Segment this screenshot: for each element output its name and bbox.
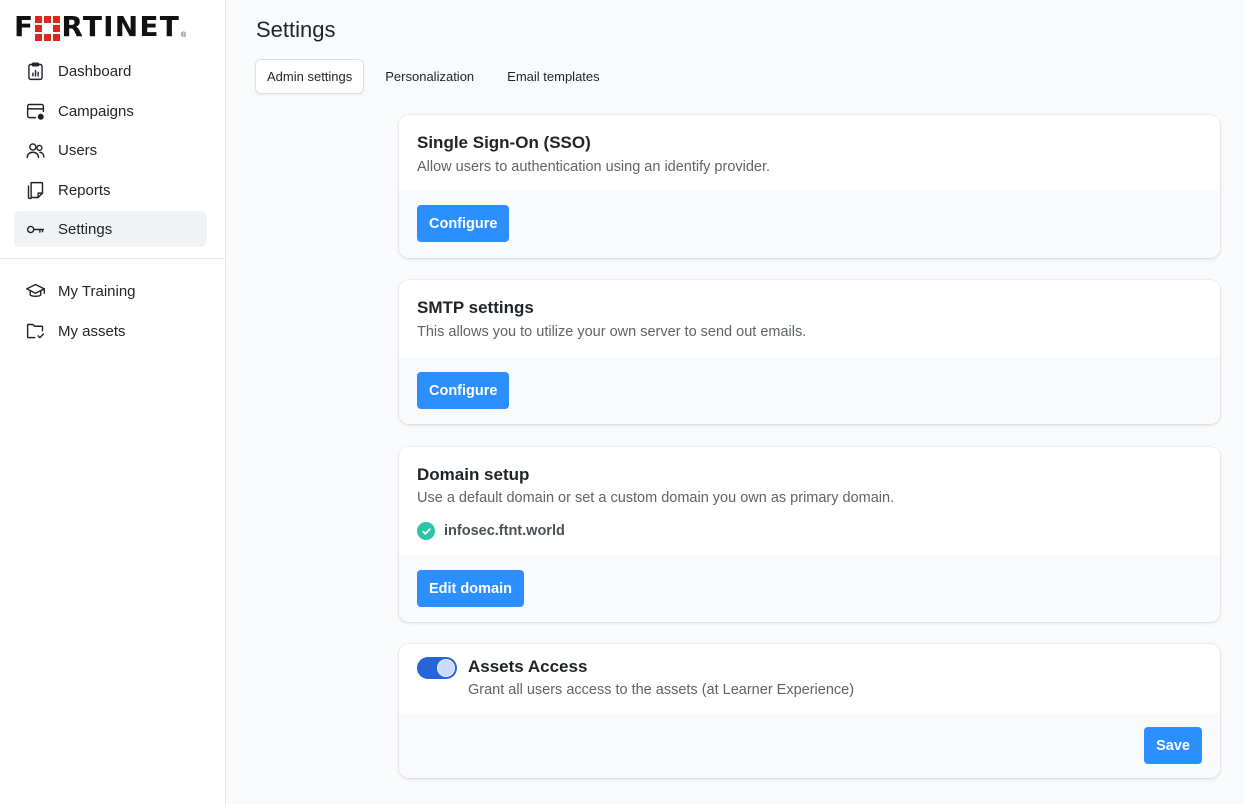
- sidebar-item-dashboard[interactable]: Dashboard: [14, 53, 207, 89]
- smtp-card-footer: Configure: [399, 357, 1220, 424]
- logo-grid-icon: [35, 16, 61, 41]
- assets-access-toggle[interactable]: [417, 657, 457, 679]
- assets-access-card: Assets Access Grant all users access to …: [399, 644, 1220, 778]
- sidebar-item-users[interactable]: Users: [14, 132, 207, 168]
- sidebar-item-reports[interactable]: Reports: [14, 172, 207, 208]
- sso-description: Allow users to authentication using an i…: [417, 159, 771, 175]
- smtp-description: This allows you to utilize your own serv…: [417, 324, 807, 340]
- assets-card-footer: Save: [399, 713, 1220, 778]
- smtp-title: SMTP settings: [417, 298, 534, 317]
- sidebar-divider: [0, 258, 225, 259]
- document-stack-icon: [27, 181, 44, 199]
- sidebar-item-label: Dashboard: [58, 62, 132, 80]
- domain-title: Domain setup: [417, 465, 530, 484]
- check-circle-icon: [417, 522, 435, 540]
- sidebar-item-label: My Training: [58, 282, 136, 300]
- fortinet-logo[interactable]: F RTINET ®: [14, 10, 187, 43]
- tab-personalization[interactable]: Personalization: [373, 59, 486, 94]
- sidebar-item-label: Campaigns: [58, 102, 134, 120]
- domain-card: Domain setup Use a default domain or set…: [399, 447, 1220, 622]
- sidebar-item-my-assets[interactable]: My assets: [14, 313, 207, 349]
- assets-access-title: Assets Access: [468, 657, 588, 676]
- sidebar-item-label: Reports: [58, 181, 111, 199]
- graduation-cap-icon: [26, 283, 45, 297]
- folder-check-icon: [26, 323, 45, 338]
- domain-card-footer: Edit domain: [399, 555, 1220, 622]
- domain-description: Use a default domain or set a custom dom…: [417, 490, 895, 506]
- registered-mark: ®: [181, 32, 187, 39]
- sidebar-item-label: Settings: [58, 220, 113, 238]
- domain-entry: infosec.ftnt.world: [417, 522, 1202, 540]
- tab-email-templates[interactable]: Email templates: [495, 59, 611, 94]
- toggle-knob: [437, 659, 455, 677]
- sidebar-item-my-training[interactable]: My Training: [14, 273, 207, 309]
- sidebar-item-settings[interactable]: Settings: [14, 211, 207, 247]
- settings-tabs: Admin settings Personalization Email tem…: [255, 59, 621, 94]
- sso-configure-button[interactable]: Configure: [417, 205, 510, 242]
- logo-text-f: F: [14, 10, 35, 43]
- sso-card: Single Sign-On (SSO) Allow users to auth…: [399, 115, 1220, 258]
- sidebar-item-campaigns[interactable]: Campaigns: [14, 93, 207, 129]
- domain-value: infosec.ftnt.world: [444, 523, 565, 539]
- logo-text-rtinet: RTINET: [61, 10, 181, 43]
- smtp-configure-button[interactable]: Configure: [417, 372, 510, 409]
- smtp-card: SMTP settings This allows you to utilize…: [399, 280, 1220, 424]
- save-button[interactable]: Save: [1144, 727, 1202, 764]
- sso-card-footer: Configure: [399, 191, 1220, 258]
- key-icon: [26, 225, 45, 233]
- edit-domain-button[interactable]: Edit domain: [417, 570, 524, 607]
- browser-window-gear-icon: [26, 103, 45, 120]
- sidebar-item-label: My assets: [58, 322, 126, 340]
- users-icon: [26, 142, 45, 158]
- assets-access-description: Grant all users access to the assets (at…: [468, 682, 855, 698]
- sso-title: Single Sign-On (SSO): [417, 133, 591, 152]
- clipboard-chart-icon: [28, 61, 43, 80]
- tab-admin-settings[interactable]: Admin settings: [255, 59, 365, 94]
- sidebar: F RTINET ® Dashboard Campaigns Users Rep…: [0, 0, 226, 804]
- sidebar-item-label: Users: [58, 141, 98, 159]
- page-title: Settings: [256, 17, 336, 42]
